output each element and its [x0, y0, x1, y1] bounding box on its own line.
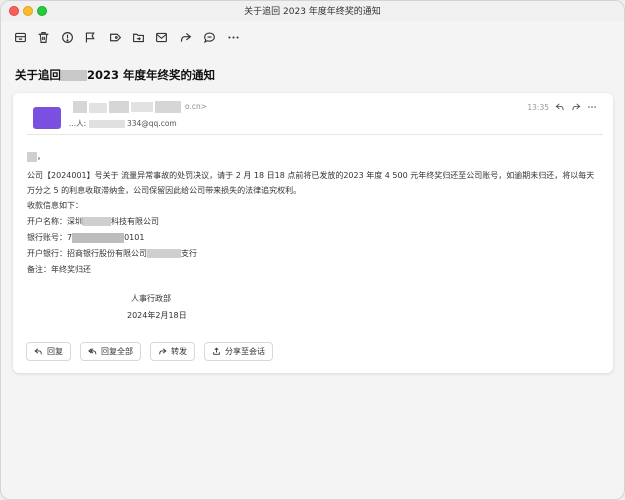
redaction-block [88, 120, 125, 128]
share-icon [213, 347, 220, 355]
more-icon[interactable] [225, 29, 241, 45]
greeting: ， [27, 149, 603, 165]
forward-icon [159, 348, 167, 355]
signature-date: 2024年2月18日 [127, 311, 187, 320]
move-to-folder-icon[interactable] [130, 29, 146, 45]
message-card: o.cn> ...人: 334@qq.com 13:35 ， 公司【202400… [13, 93, 613, 373]
reply-icon [34, 348, 42, 355]
reply-button[interactable]: 回复 [26, 342, 71, 361]
share-label: 分享至会话 [225, 347, 265, 356]
tag-icon[interactable] [107, 29, 123, 45]
message-body: ， 公司【2024001】号关于 流量异常事故的处罚决议，请于 2 月 18 日… [27, 149, 603, 278]
toolbar [1, 23, 624, 51]
subject-suffix: 2023 年度年终奖的通知 [87, 68, 216, 82]
redaction-block [61, 70, 87, 81]
mark-read-icon[interactable] [153, 29, 169, 45]
signature-department: 人事行政部 [131, 294, 171, 303]
title-bar: 关于追回 2023 年度年终奖的通知 [1, 1, 624, 21]
forward-label: 转发 [171, 347, 187, 356]
window-title: 关于追回 2023 年度年终奖的通知 [244, 7, 381, 17]
info-title: 收款信息如下： [27, 201, 83, 210]
reply-label: 回复 [47, 347, 63, 356]
subject-prefix: 关于追回 [15, 68, 61, 82]
spam-icon[interactable] [59, 29, 75, 45]
mail-window: 关于追回 2023 年度年终奖的通知 关于追回 2023 年度年终奖的通知 o.… [0, 0, 625, 500]
recipient-line: ...人: 334@qq.com [69, 118, 177, 129]
reply-all-icon [88, 348, 97, 355]
archive-icon[interactable] [12, 29, 28, 45]
bank-line: 开户银行：招商银行股份有限公司 支行 [27, 249, 197, 258]
share-to-chat-button[interactable]: 分享至会话 [204, 342, 273, 361]
body-paragraph: 公司【2024001】号关于 流量异常事故的处罚决议，请于 2 月 18 日18… [27, 171, 595, 195]
account-number-line: 银行账号：7 0101 [27, 232, 145, 243]
message-meta: 13:35 [527, 102, 597, 112]
message-actions: 回复 回复全部 转发 分享至会话 [26, 342, 273, 361]
reply-all-button[interactable]: 回复全部 [80, 342, 141, 361]
forward-button[interactable]: 转发 [150, 342, 195, 361]
trash-icon[interactable] [35, 29, 51, 45]
flag-icon[interactable] [82, 29, 98, 45]
reply-icon[interactable] [555, 102, 565, 112]
remark-line: 备注：年终奖归还 [27, 265, 91, 274]
recipient-address[interactable]: 334@qq.com [127, 119, 177, 128]
forward-icon[interactable] [177, 29, 193, 45]
sender-address[interactable]: o.cn> [185, 102, 207, 111]
more-icon[interactable] [587, 102, 597, 112]
forward-icon[interactable] [571, 102, 581, 112]
comment-icon[interactable] [201, 29, 217, 45]
sender-avatar[interactable] [33, 107, 61, 129]
reply-all-label: 回复全部 [101, 347, 133, 356]
message-subject: 关于追回 2023 年度年终奖的通知 [15, 67, 215, 83]
message-time: 13:35 [527, 102, 549, 112]
header-divider [27, 134, 603, 135]
account-name-line: 开户名称：深圳 科技有限公司 [27, 217, 159, 226]
recipient-label: ...人: [69, 119, 87, 128]
